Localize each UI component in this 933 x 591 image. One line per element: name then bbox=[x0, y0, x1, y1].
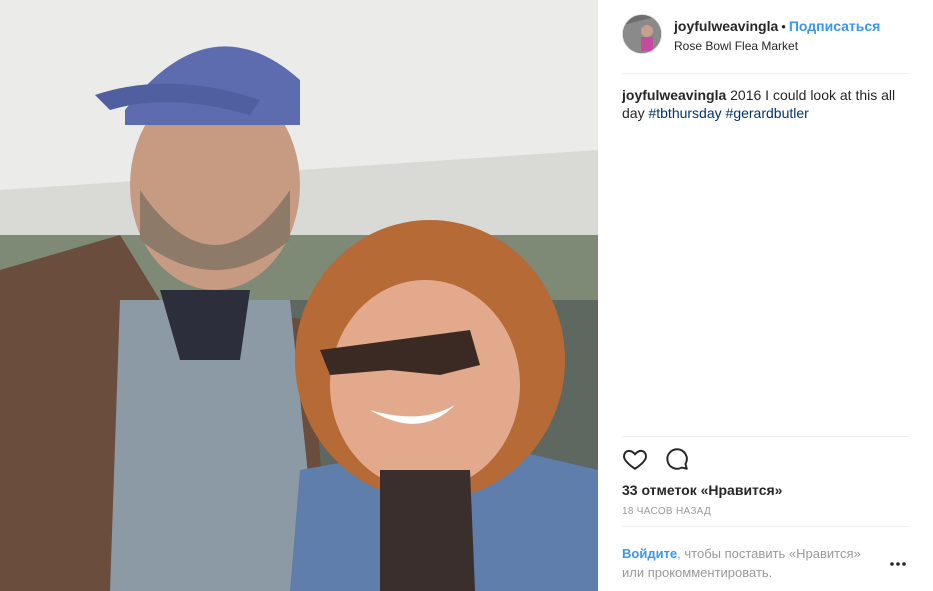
timestamp[interactable]: 18 ЧАСОВ НАЗАД bbox=[622, 506, 711, 517]
post-photo[interactable] bbox=[0, 0, 598, 591]
photo-illustration bbox=[0, 0, 598, 591]
login-divider bbox=[622, 526, 909, 527]
post-caption: joyfulweavingla 2016 I could look at thi… bbox=[622, 86, 912, 122]
caption-username[interactable]: joyfulweavingla bbox=[622, 87, 726, 103]
hashtag-link[interactable]: #tbthursday bbox=[648, 105, 721, 121]
likes-count[interactable]: 33 отметок «Нравится» bbox=[622, 482, 782, 498]
login-link[interactable]: Войдите bbox=[622, 546, 677, 561]
separator-dot: • bbox=[781, 19, 786, 34]
location-link[interactable]: Rose Bowl Flea Market bbox=[674, 39, 914, 53]
actions-divider bbox=[622, 436, 909, 437]
follow-button[interactable]: Подписаться bbox=[789, 18, 881, 34]
avatar[interactable] bbox=[622, 14, 662, 54]
login-prompt: Войдите, чтобы поставить «Нравится» или … bbox=[622, 544, 882, 582]
heart-outline-icon[interactable] bbox=[622, 446, 650, 474]
post-details-panel: joyfulweavingla • Подписаться Rose Bowl Fl… bbox=[598, 0, 933, 591]
post-actions bbox=[622, 446, 702, 474]
avatar-image bbox=[623, 15, 661, 53]
username-link[interactable]: joyfulweavingla bbox=[674, 18, 778, 34]
more-options-icon[interactable] bbox=[886, 556, 910, 572]
hashtag-link[interactable]: #gerardbutler bbox=[726, 105, 809, 121]
speech-bubble-icon[interactable] bbox=[664, 446, 692, 474]
post-header: joyfulweavingla • Подписаться Rose Bowl Fl… bbox=[622, 14, 909, 58]
header-divider bbox=[622, 73, 909, 74]
